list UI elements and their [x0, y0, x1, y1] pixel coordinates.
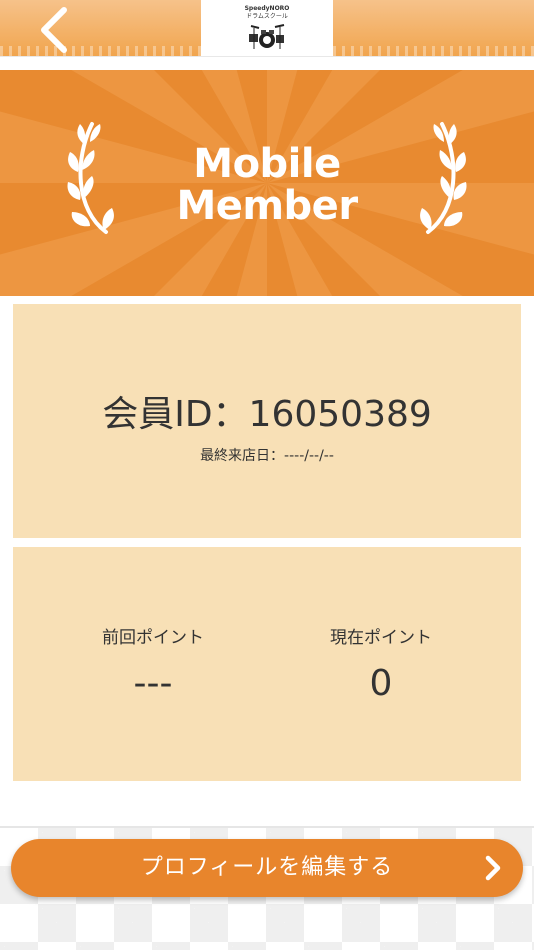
- logo-text-line2: ドラムスクール: [246, 13, 288, 20]
- chevron-right-icon: [485, 855, 501, 881]
- previous-points-value: ---: [133, 663, 173, 704]
- edit-profile-button[interactable]: プロフィールを編集する: [11, 839, 523, 897]
- member-id: 会員ID：16050389: [102, 394, 432, 435]
- top-bar: SpeedyNORO ドラムスクール: [0, 0, 534, 56]
- laurel-icon: [416, 120, 468, 244]
- chevron-left-icon: [41, 7, 67, 53]
- member-banner: Mobile Member: [0, 70, 534, 296]
- logo-text-line1: SpeedyNORO: [244, 5, 290, 12]
- drum-kit-icon: [249, 24, 285, 49]
- current-points-label: 現在ポイント: [330, 628, 432, 648]
- last-visit-date: 最終来店日：----/--/--: [200, 448, 334, 464]
- header-divider: [0, 56, 534, 70]
- shop-logo: SpeedyNORO ドラムスクール: [201, 0, 333, 56]
- back-button[interactable]: [30, 2, 80, 54]
- member-id-card: 会員ID：16050389 最終来店日：----/--/--: [13, 304, 521, 538]
- edit-profile-label: プロフィールを編集する: [140, 855, 394, 880]
- points-card: 前回ポイント --- 現在ポイント 0: [13, 547, 521, 781]
- previous-points-label: 前回ポイント: [102, 628, 204, 648]
- current-points-value: 0: [369, 663, 393, 704]
